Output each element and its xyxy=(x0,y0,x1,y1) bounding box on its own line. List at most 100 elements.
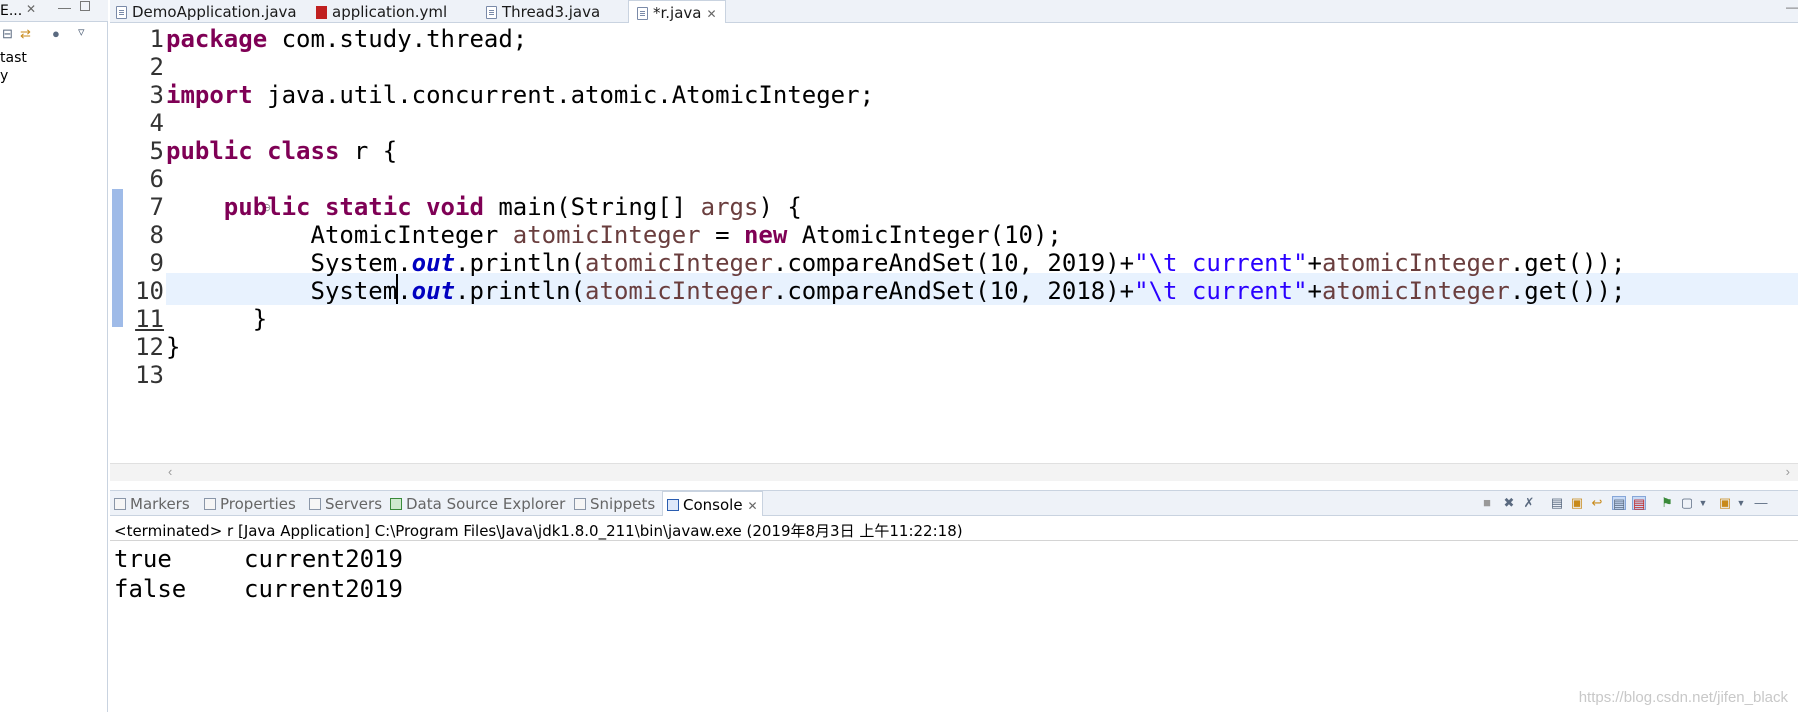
display-console-icon[interactable]: ▢ xyxy=(1680,496,1694,510)
tab-label: Markers xyxy=(130,495,190,513)
pin-console-icon[interactable]: ⚑ xyxy=(1660,496,1674,510)
package-explorer-panel: E... ✕ — ⊟ ⇄ ● ▿ tast y xyxy=(0,0,108,712)
tab-label: application.yml xyxy=(332,3,448,21)
code-text: .get()); xyxy=(1509,277,1626,305)
code-editor[interactable]: 1 2 3 4 5 6 7 8 9 10 11 12 13 ⊖ package … xyxy=(110,23,1798,463)
view-menu-icon[interactable]: ▿ xyxy=(78,24,85,40)
code-line-11: } xyxy=(166,305,268,333)
yml-file-icon xyxy=(316,6,327,19)
code-text: ) { xyxy=(758,193,802,221)
code-text: + xyxy=(1307,249,1322,277)
string-literal: "\t current" xyxy=(1134,277,1308,305)
keyword: class xyxy=(267,137,340,165)
tab-servers[interactable]: Servers xyxy=(309,495,382,513)
package-explorer-tab-title[interactable]: E... xyxy=(0,3,22,19)
text-caret xyxy=(396,274,398,304)
tab-thread3-java[interactable]: Thread3.java xyxy=(486,0,600,23)
clear-console-icon[interactable]: ▤ xyxy=(1550,496,1564,510)
minimize-icon[interactable]: — xyxy=(1754,496,1768,510)
minimize-icon[interactable]: — xyxy=(1786,0,1798,14)
code-text: .println( xyxy=(455,277,586,305)
java-file-icon xyxy=(637,7,648,20)
tab-properties[interactable]: Properties xyxy=(204,495,296,513)
local-variable: atomicInteger xyxy=(585,277,773,305)
tab-markers[interactable]: Markers xyxy=(114,495,190,513)
code-text: + xyxy=(1307,277,1322,305)
tab-label: Console xyxy=(683,496,743,514)
markers-icon xyxy=(114,498,126,510)
keyword: void xyxy=(426,193,484,221)
chevron-down-icon[interactable]: ▼ xyxy=(1734,496,1748,510)
code-text: java.util.concurrent.atomic.AtomicIntege… xyxy=(252,81,875,109)
keyword: package xyxy=(166,25,268,53)
tab-label: Snippets xyxy=(590,495,656,513)
tab-label: Thread3.java xyxy=(502,3,601,21)
terminate-icon[interactable]: ■ xyxy=(1480,496,1494,510)
tab-application-yml[interactable]: application.yml xyxy=(316,0,447,23)
code-text: main(String[] xyxy=(483,193,701,221)
tab-label: Servers xyxy=(325,495,383,513)
scroll-lock-icon[interactable]: ▣ xyxy=(1570,496,1584,510)
tab-label: Properties xyxy=(220,495,296,513)
show-on-stdout-icon[interactable]: ▤ xyxy=(1612,496,1626,511)
show-on-stderr-icon[interactable]: ▤ xyxy=(1632,496,1646,511)
minimize-icon[interactable]: — xyxy=(58,0,71,15)
close-icon[interactable]: ✕ xyxy=(707,7,717,21)
code-line-3: import java.util.concurrent.atomic.Atomi… xyxy=(166,79,874,111)
tab-r-java[interactable]: *r.java ✕ xyxy=(628,0,726,23)
code-line-12: } xyxy=(166,333,181,361)
data-source-icon xyxy=(390,498,402,510)
scroll-right-icon[interactable]: › xyxy=(1786,464,1790,479)
collapse-all-icon[interactable]: ⊟ xyxy=(2,26,13,42)
keyword: new xyxy=(743,221,788,249)
code-text: com.study.thread; xyxy=(267,25,528,53)
parameter: args xyxy=(700,193,759,221)
snippets-icon xyxy=(574,498,586,510)
code-line-5: public class r { xyxy=(166,135,397,167)
open-console-icon[interactable]: ▣ xyxy=(1718,496,1732,510)
code-text: System. xyxy=(166,277,412,305)
scroll-left-icon[interactable]: ‹ xyxy=(168,464,172,479)
editor-horizontal-scrollbar[interactable]: ‹ › xyxy=(110,463,1798,481)
chevron-down-icon[interactable]: ▼ xyxy=(1696,496,1710,510)
link-with-editor-icon[interactable]: ⇄ xyxy=(20,26,31,42)
editor-tab-bar: DemoApplication.java application.yml Thr… xyxy=(110,0,1798,23)
local-variable: atomicInteger xyxy=(585,249,773,277)
tab-label: DemoApplication.java xyxy=(132,3,297,21)
console-toolbar: ■ ✖ ✗ ▤ ▣ ↩ ▤ ▤ ⚑ ▢ ▼ ▣ ▼ — xyxy=(1478,491,1798,517)
keyword: public xyxy=(223,193,311,221)
word-wrap-icon[interactable]: ↩ xyxy=(1590,496,1604,510)
string-literal: "\t current" xyxy=(1134,249,1308,277)
watermark: https://blog.csdn.net/jifen_black xyxy=(1578,689,1788,706)
code-text: .get()); xyxy=(1509,249,1626,277)
java-file-icon xyxy=(486,6,497,19)
static-field: out xyxy=(411,249,455,277)
tab-label: *r.java xyxy=(653,4,702,22)
bottom-view-tab-bar: Markers Properties Servers Data Source E… xyxy=(110,490,1798,516)
tab-snippets[interactable]: Snippets xyxy=(574,495,655,513)
remove-launch-icon[interactable]: ✖ xyxy=(1502,496,1516,510)
maximize-icon[interactable] xyxy=(80,1,90,11)
tab-demoapplication-java[interactable]: DemoApplication.java xyxy=(116,0,297,23)
code-text: = xyxy=(700,221,744,249)
console-launch-status: <terminated> r [Java Application] C:\Pro… xyxy=(114,522,963,540)
code-text: r { xyxy=(339,137,398,165)
console-icon xyxy=(667,499,679,511)
tab-data-source-explorer[interactable]: Data Source Explorer xyxy=(390,495,565,513)
java-file-icon xyxy=(116,6,127,19)
tree-item[interactable]: y xyxy=(0,68,8,84)
close-icon[interactable]: ✕ xyxy=(748,499,758,513)
local-variable: atomicInteger xyxy=(1321,249,1510,277)
code-text: .println( xyxy=(455,249,586,277)
code-text: .compareAndSet(10, 2019)+ xyxy=(772,249,1135,277)
filter-icon[interactable]: ● xyxy=(52,26,60,41)
local-variable: atomicInteger xyxy=(512,221,701,249)
tab-console[interactable]: Console ✕ xyxy=(662,491,763,516)
divider xyxy=(110,540,1798,541)
line-number: 13 xyxy=(135,361,164,389)
remove-all-icon[interactable]: ✗ xyxy=(1522,496,1536,510)
tree-item[interactable]: tast xyxy=(0,50,27,66)
close-icon[interactable]: ✕ xyxy=(26,2,36,16)
code-line-10: System.out.println(atomicInteger.compare… xyxy=(166,275,1625,307)
static-field: out xyxy=(411,277,455,305)
